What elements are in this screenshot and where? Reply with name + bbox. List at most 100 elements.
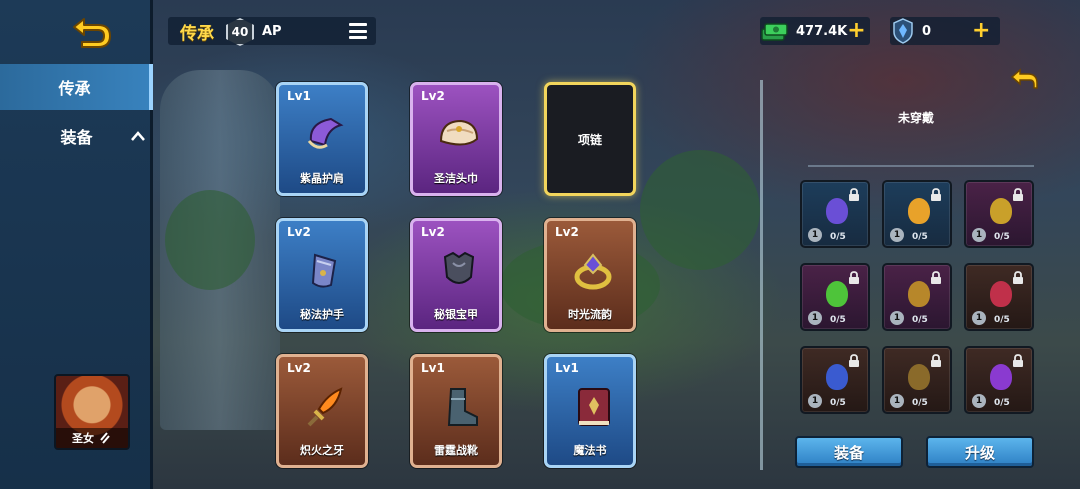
necklace-gem-icon bbox=[908, 198, 930, 224]
item-card[interactable]: Lv1 雷霆战靴 bbox=[410, 354, 502, 468]
item-level: Lv2 bbox=[555, 225, 579, 239]
item-level: Lv2 bbox=[287, 361, 311, 375]
lock-icon bbox=[931, 188, 941, 201]
necklace-progress: 0/5 bbox=[912, 315, 928, 325]
necklace-progress: 0/5 bbox=[912, 232, 928, 242]
boots-icon bbox=[447, 388, 478, 426]
necklace-gem-icon bbox=[990, 198, 1012, 224]
lock-icon bbox=[1013, 271, 1023, 284]
pauldron-icon bbox=[307, 117, 344, 149]
necklace-gem-icon bbox=[826, 281, 848, 307]
back-arrow-icon bbox=[73, 18, 111, 48]
dagger-icon bbox=[307, 387, 343, 427]
item-level: Lv2 bbox=[421, 89, 445, 103]
necklace-slot[interactable]: 1 0/5 bbox=[882, 346, 952, 414]
necklace-gem-icon bbox=[908, 281, 930, 307]
item-level: Lv1 bbox=[421, 361, 445, 375]
necklace-count: 1 bbox=[808, 228, 822, 242]
necklace-count: 1 bbox=[890, 394, 904, 408]
chevron-up-icon bbox=[131, 127, 145, 145]
item-level: Lv1 bbox=[287, 89, 311, 103]
necklace-progress: 0/5 bbox=[830, 398, 846, 408]
item-card[interactable]: Lv2 炽火之牙 bbox=[276, 354, 368, 468]
item-card[interactable]: Lv2 秘法护手 bbox=[276, 218, 368, 332]
spellbook-icon bbox=[578, 388, 610, 426]
hero-name: 圣女 bbox=[72, 432, 94, 445]
item-name: 紫晶护肩 bbox=[300, 172, 344, 185]
necklace-count: 1 bbox=[808, 394, 822, 408]
necklace-slot[interactable]: 1 0/5 bbox=[964, 263, 1034, 331]
item-name: 秘法护手 bbox=[300, 308, 344, 321]
necklace-count: 1 bbox=[890, 311, 904, 325]
item-level: Lv1 bbox=[555, 361, 579, 375]
upgrade-button[interactable]: 升级 bbox=[926, 436, 1034, 468]
cash-stack-icon bbox=[761, 23, 788, 41]
item-card[interactable]: Lv1 魔法书 bbox=[544, 354, 636, 468]
necklace-slot[interactable]: 1 0/5 bbox=[800, 180, 870, 248]
add-crystal-button[interactable]: + bbox=[972, 20, 990, 42]
page-title: 传承 bbox=[180, 24, 214, 44]
necklace-progress: 0/5 bbox=[994, 232, 1010, 242]
necklace-progress: 0/5 bbox=[830, 315, 846, 325]
necklace-slot[interactable]: 1 0/5 bbox=[964, 346, 1034, 414]
item-name: 秘银宝甲 bbox=[434, 308, 478, 321]
necklace-progress: 0/5 bbox=[912, 398, 928, 408]
lock-icon bbox=[1013, 354, 1023, 367]
slot-label: 项链 bbox=[577, 132, 602, 147]
sidebar-tab-equipment[interactable]: 装备 bbox=[0, 113, 153, 159]
item-name: 炽火之牙 bbox=[300, 444, 344, 457]
panel-divider bbox=[760, 80, 763, 470]
necklace-gem-icon bbox=[826, 364, 848, 390]
list-icon-line bbox=[349, 23, 367, 26]
armor-icon bbox=[443, 251, 475, 284]
necklace-slot[interactable]: 1 0/5 bbox=[882, 180, 952, 248]
item-level: Lv2 bbox=[421, 225, 445, 239]
crystal-shield-icon bbox=[893, 18, 913, 44]
crystal-value: 0 bbox=[922, 23, 932, 39]
back-button[interactable] bbox=[68, 14, 114, 50]
necklace-count: 1 bbox=[972, 311, 986, 325]
item-name: 圣洁头巾 bbox=[434, 172, 478, 185]
necklace-count: 1 bbox=[972, 228, 986, 242]
necklace-slot[interactable]: 1 0/5 bbox=[882, 263, 952, 331]
swap-icon[interactable] bbox=[98, 431, 112, 445]
item-card[interactable]: Lv2 圣洁头巾 bbox=[410, 82, 502, 196]
lock-icon bbox=[931, 271, 941, 284]
necklace-count: 1 bbox=[890, 228, 904, 242]
ap-label: AP bbox=[262, 24, 282, 39]
equip-button[interactable]: 装备 bbox=[795, 436, 903, 468]
currency-cash: 477.4K + bbox=[760, 17, 870, 45]
lock-icon bbox=[849, 354, 859, 367]
sidebar-tab-label: 传承 bbox=[58, 79, 91, 98]
hero-portrait[interactable]: 圣女 bbox=[54, 374, 130, 450]
list-menu-button[interactable] bbox=[349, 23, 367, 39]
list-icon-line bbox=[349, 29, 367, 33]
add-cash-button[interactable]: + bbox=[847, 20, 865, 42]
item-name: 雷霆战靴 bbox=[434, 444, 478, 457]
status-divider bbox=[808, 165, 1034, 167]
sidebar-tab-legacy[interactable]: 传承 bbox=[0, 64, 153, 110]
ring-icon bbox=[574, 253, 612, 290]
item-name: 魔法书 bbox=[573, 444, 607, 457]
item-card[interactable]: Lv1 紫晶护肩 bbox=[276, 82, 368, 196]
background-tree bbox=[165, 190, 255, 290]
necklace-progress: 0/5 bbox=[994, 398, 1010, 408]
necklace-gem-icon bbox=[826, 198, 848, 224]
return-arrow-icon[interactable] bbox=[1010, 68, 1038, 90]
lock-icon bbox=[1013, 188, 1023, 201]
necklace-count: 1 bbox=[808, 311, 822, 325]
necklace-slot[interactable]: 1 0/5 bbox=[800, 263, 870, 331]
lock-icon bbox=[849, 271, 859, 284]
gauntlet-icon bbox=[311, 253, 337, 288]
item-card[interactable]: Lv2 秘银宝甲 bbox=[410, 218, 502, 332]
cash-value: 477.4K bbox=[796, 23, 848, 39]
necklace-slot[interactable]: 1 0/5 bbox=[964, 180, 1034, 248]
item-card[interactable]: Lv2 时光流韵 bbox=[544, 218, 636, 332]
necklace-count: 1 bbox=[972, 394, 986, 408]
lock-icon bbox=[931, 354, 941, 367]
necklace-slot[interactable]: 1 0/5 bbox=[800, 346, 870, 414]
turban-icon bbox=[439, 119, 479, 146]
hero-name-plate: 圣女 bbox=[56, 428, 128, 448]
currency-crystal: 0 + bbox=[890, 17, 1000, 45]
empty-necklace-slot[interactable]: 项链 bbox=[544, 82, 636, 196]
